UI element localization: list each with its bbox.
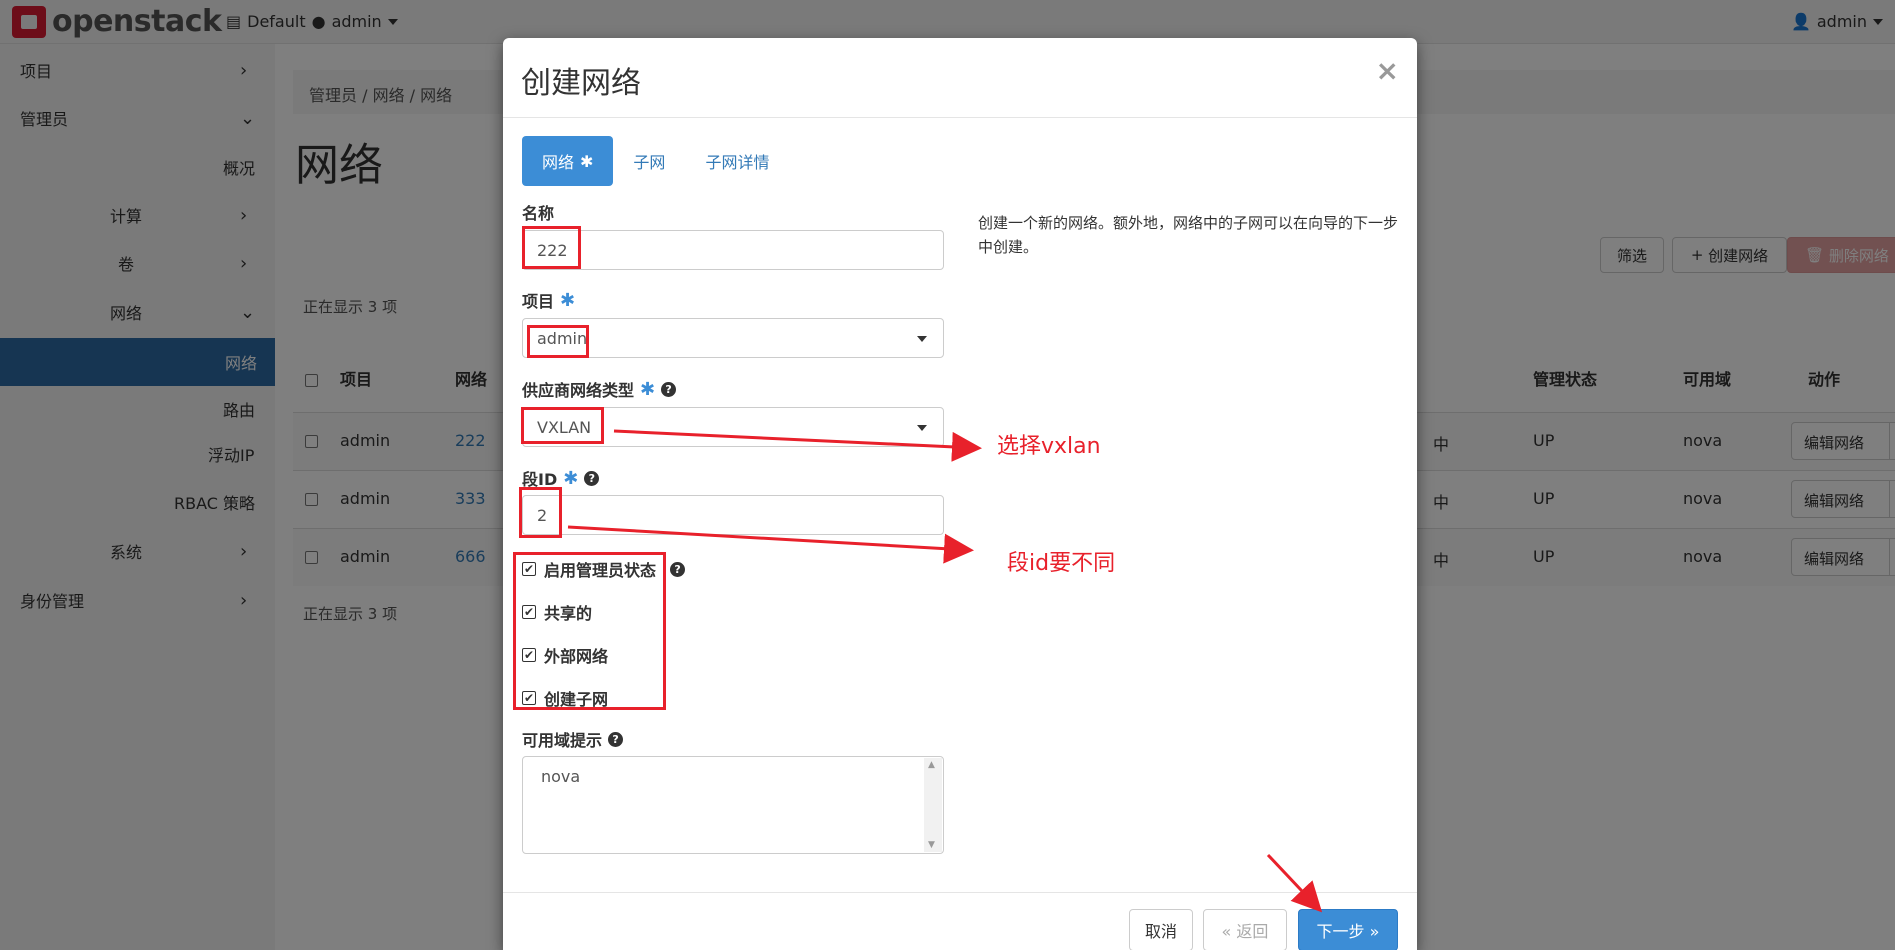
- az-hint-text: 可用域提示: [522, 727, 602, 751]
- annotation-segment-note: 段id要不同: [1007, 545, 1115, 577]
- wizard-tabs: 网络 ✱ 子网 子网详情: [522, 136, 789, 186]
- az-hint-option[interactable]: nova: [541, 767, 580, 786]
- tab-subnet[interactable]: 子网: [613, 136, 685, 186]
- modal-header: 创建网络 ×: [503, 38, 1417, 118]
- annotation-box-checkboxes: [513, 552, 666, 710]
- modal-title: 创建网络: [521, 58, 641, 102]
- tab-network[interactable]: 网络 ✱: [522, 136, 613, 186]
- help-icon[interactable]: ?: [661, 382, 676, 397]
- help-icon[interactable]: ?: [670, 562, 685, 577]
- next-button[interactable]: 下一步 »: [1298, 909, 1398, 950]
- close-icon[interactable]: ×: [1376, 54, 1399, 87]
- annotation-box-provider-type: [521, 407, 604, 444]
- required-asterisk-icon: ✱: [580, 152, 593, 171]
- annotation-box-name: [522, 226, 581, 269]
- chevron-down-icon: [917, 336, 927, 342]
- segment-id-input[interactable]: 2: [522, 495, 944, 535]
- provider-network-type-text: 供应商网络类型: [522, 377, 634, 401]
- help-icon[interactable]: ?: [584, 471, 599, 486]
- required-asterisk-icon: ✱: [640, 379, 655, 400]
- create-network-dialog: 创建网络 × 网络 ✱ 子网 子网详情 名称 222 项目 ✱ admin 供应…: [503, 38, 1417, 950]
- modal-footer: 取消 « 返回 下一步 »: [503, 892, 1417, 950]
- project-label-text: 项目: [522, 288, 554, 312]
- cancel-button[interactable]: 取消: [1129, 909, 1193, 950]
- tab-subnet-details[interactable]: 子网详情: [685, 136, 789, 186]
- name-label-text: 名称: [522, 200, 554, 224]
- chevron-down-icon: [917, 425, 927, 431]
- name-input[interactable]: 222: [522, 230, 944, 270]
- back-button[interactable]: « 返回: [1203, 909, 1287, 950]
- scrollbar[interactable]: [924, 758, 942, 852]
- provider-network-type-label: 供应商网络类型 ✱ ?: [522, 377, 676, 401]
- name-label: 名称: [522, 200, 554, 224]
- help-icon[interactable]: ?: [608, 732, 623, 747]
- dialog-description: 创建一个新的网络。额外地，网络中的子网可以在向导的下一步中创建。: [978, 211, 1398, 259]
- az-hint-label: 可用域提示 ?: [522, 727, 623, 751]
- az-hint-listbox[interactable]: nova: [522, 756, 944, 854]
- required-asterisk-icon: ✱: [560, 290, 575, 311]
- project-label: 项目 ✱: [522, 288, 575, 312]
- annotation-box-project: [527, 325, 589, 358]
- tab-label: 网络: [542, 149, 574, 173]
- annotation-vxlan-note: 选择vxlan: [997, 428, 1101, 460]
- annotation-box-segment-id: [519, 487, 562, 538]
- required-asterisk-icon: ✱: [563, 468, 578, 489]
